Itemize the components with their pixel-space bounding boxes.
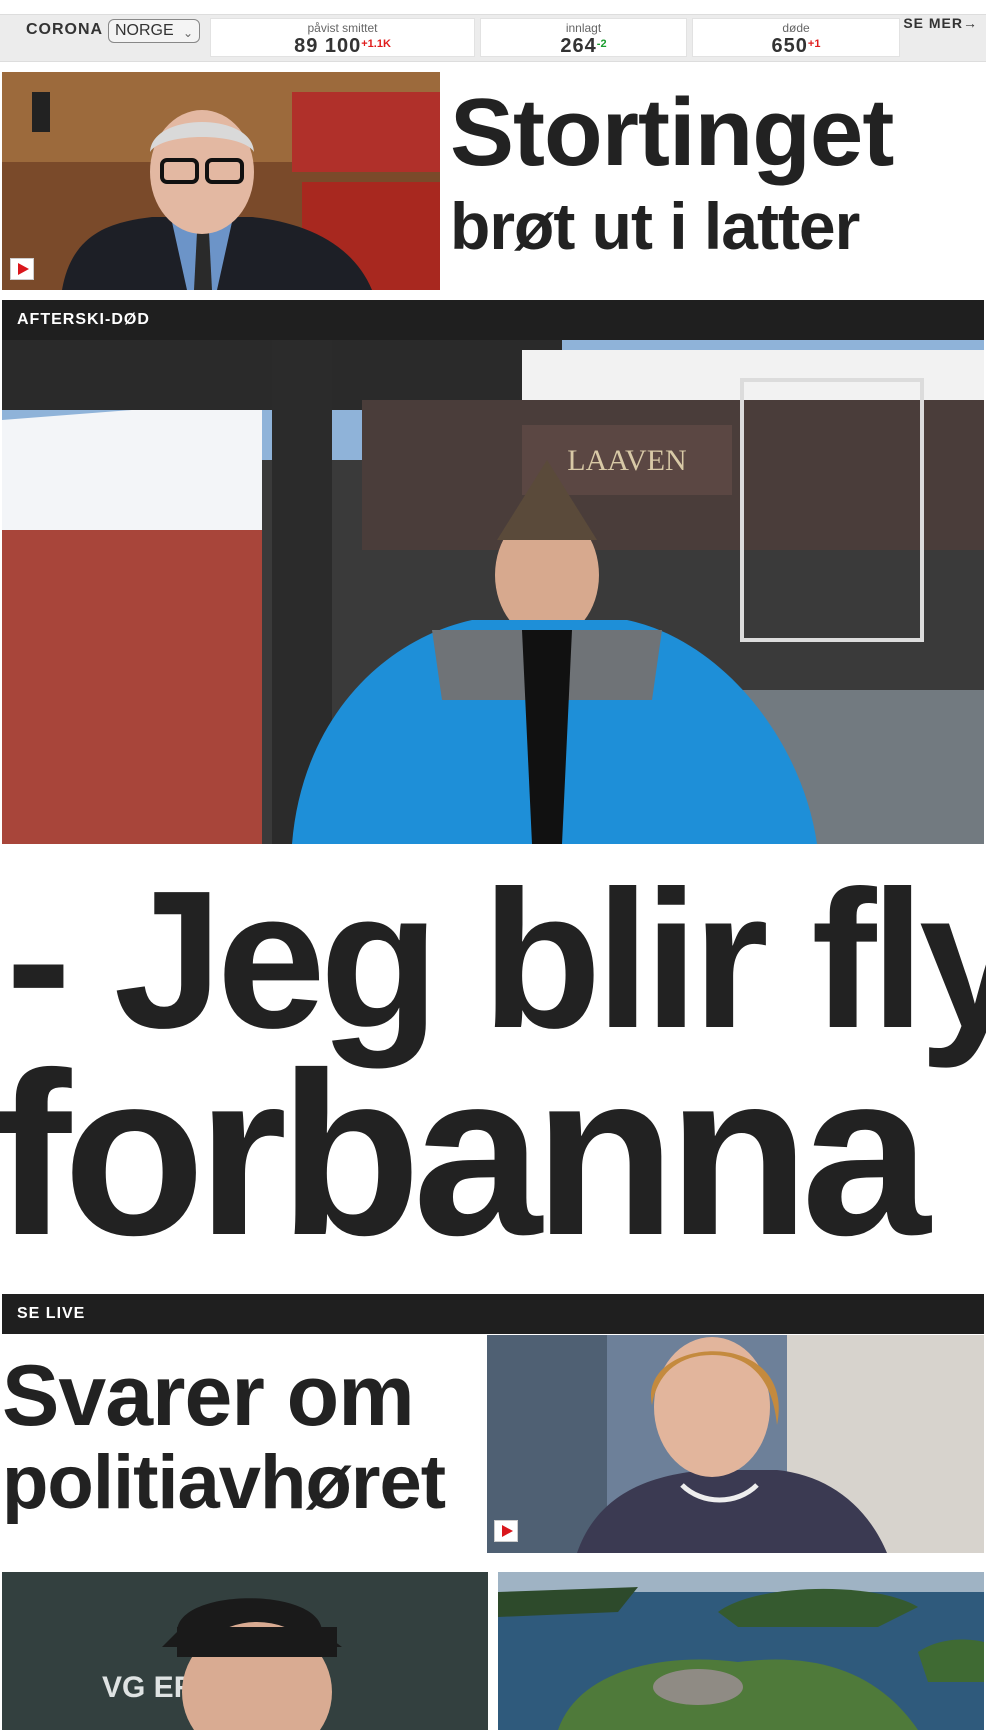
stat-value: 264 (560, 35, 597, 57)
headline-line-2[interactable]: politiavhøret (2, 1440, 446, 1526)
corona-stats-bar: CORONA I NORGE ⌄ påvist smittet 89 100+1… (0, 14, 986, 62)
svg-text:LAAVEN: LAAVEN (567, 444, 686, 477)
story-image-prime-minister[interactable] (487, 1335, 984, 1553)
stat-label: døde (782, 21, 810, 35)
story-image-politician[interactable] (2, 72, 440, 290)
stat-value: 650 (771, 35, 808, 57)
teaser-image-right[interactable] (498, 1572, 984, 1730)
headline-line-1[interactable]: Stortinget (450, 78, 894, 188)
see-more-label: SE MER (903, 15, 963, 31)
story-kicker[interactable]: SE LIVE (2, 1294, 984, 1334)
teaser-image-left[interactable]: VG ERA (2, 1572, 488, 1730)
region-select[interactable]: NORGE ⌄ (108, 19, 200, 43)
stat-label: påvist smittet (307, 21, 378, 35)
stat-delta: -2 (596, 38, 607, 50)
play-video-icon[interactable] (10, 258, 34, 280)
stat-hospitalized[interactable]: innlagt 264-2 (480, 18, 687, 57)
corona-label: CORONA I (26, 21, 114, 38)
headline-line-2[interactable]: forbanna (0, 1039, 930, 1271)
stat-label: innlagt (565, 21, 602, 35)
stat-infected[interactable]: påvist smittet 89 100+1.1K (210, 18, 475, 57)
stat-value: 89 100 (294, 35, 362, 57)
headline-line-1[interactable]: Svarer om (2, 1348, 415, 1444)
stat-delta: +1.1K (361, 38, 391, 50)
arrow-right-icon: → (963, 15, 978, 31)
region-select-value: NORGE (115, 22, 174, 39)
story-image-restaurant[interactable]: LAAVEN (2, 340, 984, 844)
headline-line-2[interactable]: brøt ut i latter (450, 186, 860, 266)
play-video-icon[interactable] (494, 1520, 518, 1542)
stat-deaths[interactable]: døde 650+1 (692, 18, 900, 57)
story-kicker[interactable]: AFTERSKI-DØD (2, 300, 984, 340)
stat-delta: +1 (807, 38, 821, 50)
see-more-link[interactable]: SE MER→ (903, 15, 978, 31)
chevron-down-icon: ⌄ (182, 26, 193, 40)
front-page: CORONA I NORGE ⌄ påvist smittet 89 100+1… (0, 0, 986, 1730)
